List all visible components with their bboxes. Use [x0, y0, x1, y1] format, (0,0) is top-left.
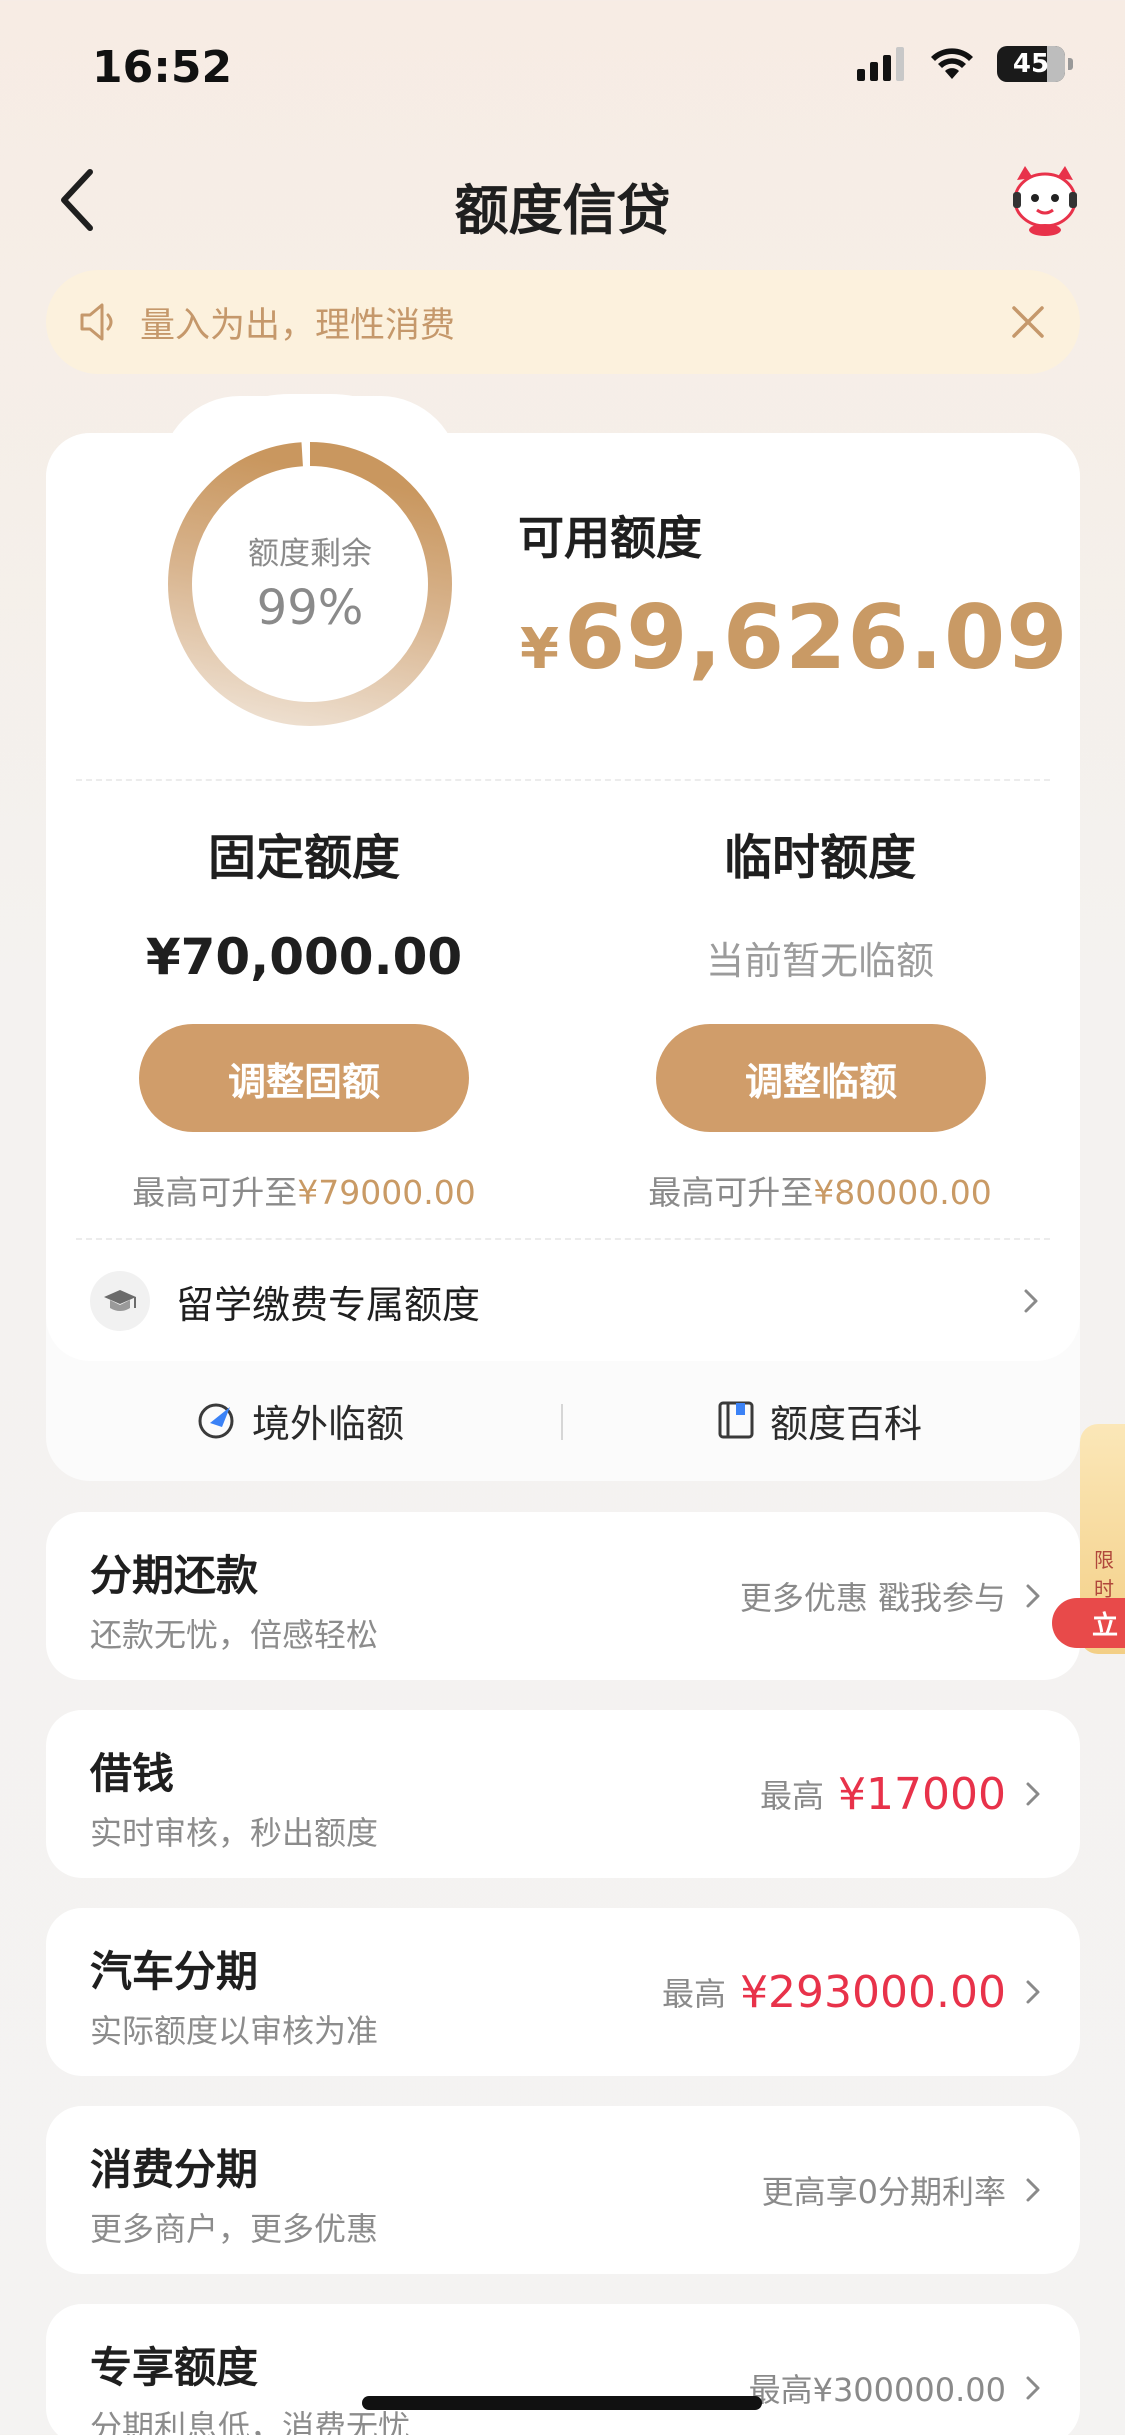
fixed-credit-amount: ¥70,000.00: [145, 928, 463, 986]
fixed-max-prefix: 最高可升至: [132, 1173, 298, 1212]
book-icon: [718, 1401, 754, 1439]
product-subtitle: 更多商户，更多优惠: [90, 2210, 379, 2248]
status-time: 16:52: [92, 42, 233, 93]
product-subtitle: 实际额度以审核为准: [90, 2012, 379, 2050]
product-title: 专享额度: [90, 2343, 259, 2392]
battery-icon: 45: [997, 46, 1065, 82]
adjust-fixed-button[interactable]: 调整固额: [139, 1024, 469, 1132]
chevron-right-icon: [1026, 2376, 1040, 2400]
speaker-icon: [80, 303, 113, 341]
close-icon: [1012, 306, 1044, 338]
product-title: 借钱: [90, 1749, 175, 1798]
notice-close-button[interactable]: [1006, 300, 1050, 344]
remaining-percent: 99%: [256, 580, 364, 636]
product-borrow-money[interactable]: 借钱 实时审核，秒出额度 最高 ¥17000: [46, 1710, 1080, 1878]
product-car-installment[interactable]: 汽车分期 实际额度以审核为准 最高 ¥293000.00: [46, 1908, 1080, 2076]
available-credit-label: 可用额度: [518, 511, 702, 565]
product-subtitle: 还款无忧，倍感轻松: [90, 1616, 379, 1654]
chevron-right-icon: [1026, 1782, 1040, 1806]
product-consumer-installment[interactable]: 消费分期 更多商户，更多优惠 更高享0分期利率: [46, 2106, 1080, 2274]
product-max-value: ¥293000.00: [740, 1966, 1006, 2018]
chevron-right-icon: [1026, 1584, 1040, 1608]
notice-banner: 量入为出，理性消费: [46, 270, 1080, 374]
side-promo-button[interactable]: 立: [1052, 1598, 1125, 1648]
product-right-text: 最高: [662, 1975, 727, 2013]
fixed-credit-title: 固定额度: [207, 830, 400, 886]
product-exclusive-credit[interactable]: 专享额度 分期利息低，消费无忧 最高¥300000.00: [46, 2304, 1080, 2435]
product-title: 汽车分期: [90, 1947, 259, 1996]
fixed-max-value: ¥79000.00: [297, 1173, 476, 1212]
overseas-link-label: 境外临额: [252, 1401, 405, 1446]
temporary-max-prefix: 最高可升至: [648, 1173, 814, 1212]
customer-service-mascot-icon[interactable]: [1005, 160, 1085, 240]
product-right-text: 更高享0分期利率: [761, 2173, 1006, 2211]
status-icons: 45: [857, 46, 1073, 82]
study-abroad-credit-row[interactable]: 留学缴费专属额度: [46, 1246, 1080, 1356]
product-right-info: 最高 ¥17000: [760, 1710, 1042, 1878]
notice-text: 量入为出，理性消费: [140, 305, 456, 346]
page-title: 额度信贷: [454, 179, 671, 242]
fixed-max-note: 最高可升至¥79000.00: [64, 1166, 544, 1214]
cellular-signal-icon: [857, 47, 904, 81]
study-abroad-label: 留学缴费专属额度: [176, 1282, 481, 1327]
overseas-temp-credit-link[interactable]: 境外临额: [196, 1390, 404, 1450]
product-right-info: 最高 ¥293000.00: [662, 1908, 1042, 2076]
available-amount-value: 69,626.09: [563, 586, 1069, 689]
product-subtitle: 实时审核，秒出额度: [90, 1814, 379, 1852]
temporary-max-value: ¥80000.00: [813, 1173, 992, 1212]
temporary-credit-title: 临时额度: [723, 830, 916, 886]
remaining-label: 额度剩余: [248, 536, 372, 572]
product-installment-repay[interactable]: 分期还款 还款无忧，倍感轻松 更多优惠 戳我参与: [46, 1512, 1080, 1680]
temporary-credit-status: 当前暂无临额: [705, 939, 934, 983]
chevron-right-icon: [1024, 1289, 1038, 1313]
wifi-icon: [931, 48, 973, 79]
product-right-text: 最高: [760, 1777, 825, 1815]
credit-wiki-link[interactable]: 额度百科: [716, 1390, 922, 1450]
product-title: 消费分期: [90, 2145, 259, 2194]
wiki-link-label: 额度百科: [770, 1401, 923, 1446]
side-promo-tag: 限时: [1094, 1548, 1114, 1601]
product-right-info: 最高¥300000.00: [749, 2304, 1042, 2435]
chevron-right-icon: [1026, 2178, 1040, 2202]
battery-level: 45: [1012, 49, 1050, 79]
plane-globe-icon: [198, 1403, 234, 1439]
temporary-max-note: 最高可升至¥80000.00: [580, 1166, 1060, 1214]
graduation-cap-icon: [90, 1271, 150, 1331]
home-indicator: [362, 2396, 762, 2410]
product-right-text: 更多优惠 戳我参与: [739, 1579, 1006, 1617]
available-credit-amount: ¥69,626.09: [520, 586, 1068, 689]
divider: [76, 1238, 1050, 1240]
currency-symbol: ¥: [520, 617, 560, 682]
divider: [76, 779, 1050, 781]
product-max-value: ¥17000: [838, 1768, 1006, 1820]
product-right-info: 更高享0分期利率: [762, 2106, 1042, 2274]
link-divider: [561, 1404, 563, 1440]
adjust-temporary-button[interactable]: 调整临额: [656, 1024, 986, 1132]
product-right-text: 最高¥300000.00: [748, 2371, 1006, 2409]
product-right-info: 更多优惠 戳我参与: [740, 1512, 1042, 1680]
chevron-right-icon: [1026, 1980, 1040, 2004]
product-subtitle: 分期利息低，消费无忧: [90, 2408, 411, 2435]
product-title: 分期还款: [90, 1551, 259, 1600]
